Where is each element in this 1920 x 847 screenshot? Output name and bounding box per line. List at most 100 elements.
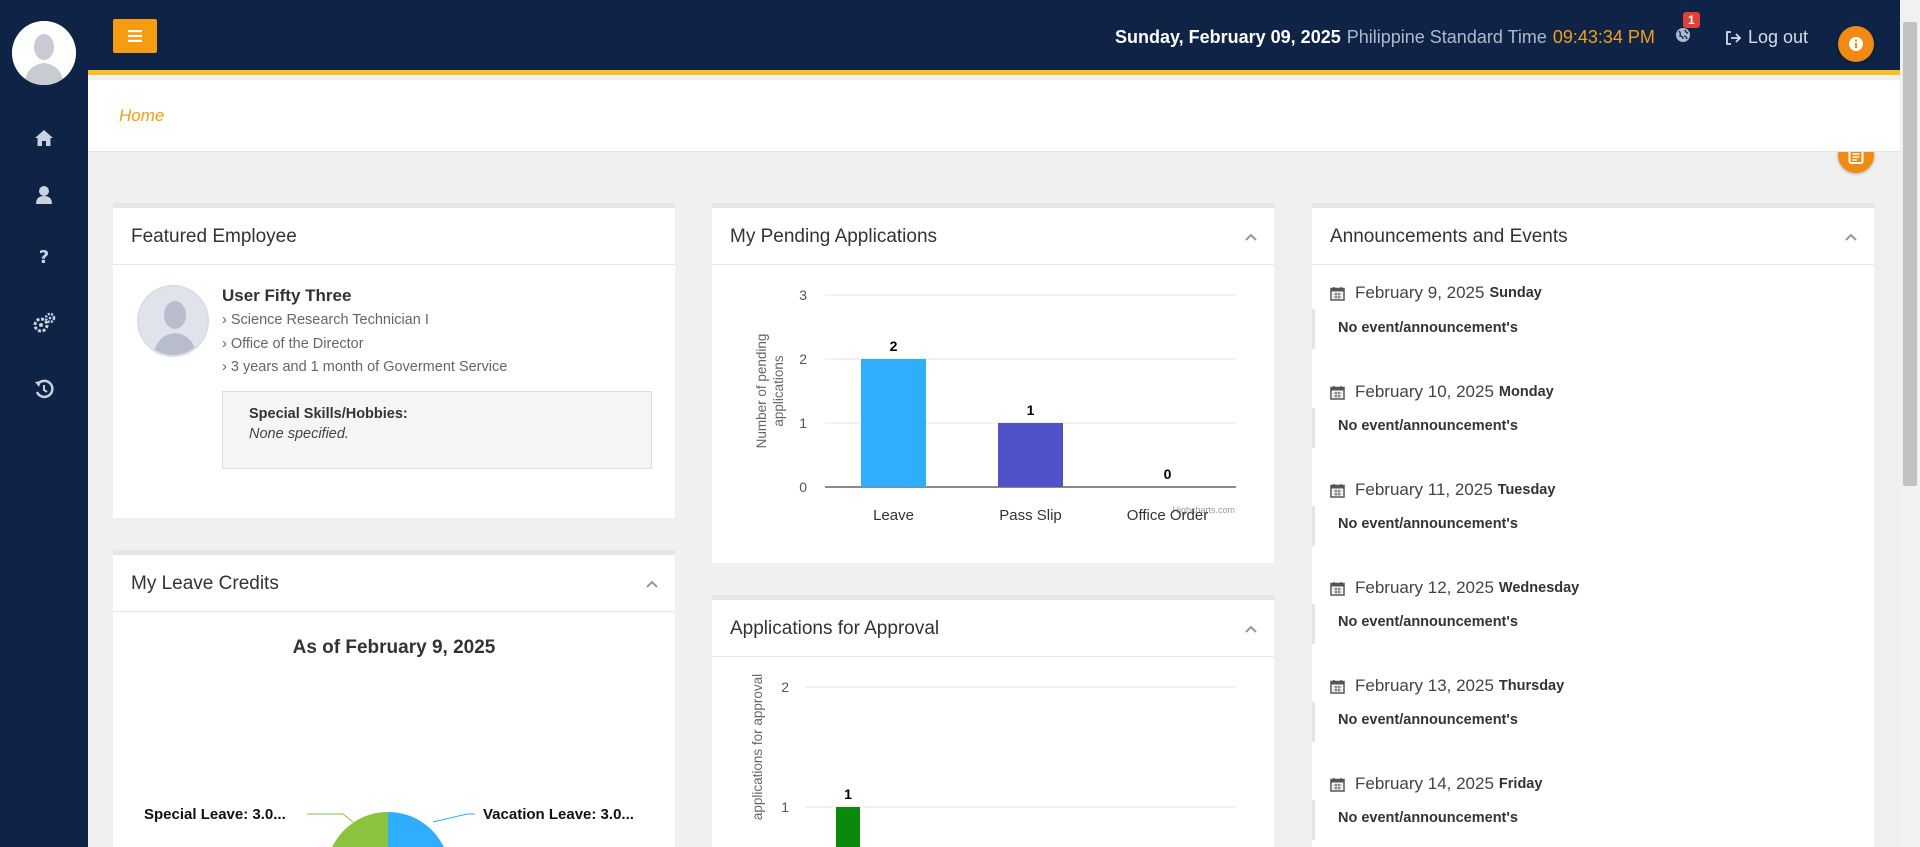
current-time: 09:43:34 PM xyxy=(1552,27,1655,47)
data-label: 2 xyxy=(890,338,898,354)
skills-label: Special Skills/Hobbies: xyxy=(249,406,408,422)
announcement-note: No event/announcement's xyxy=(1338,712,1518,728)
vacation-leave-label: Vacation Leave: 3.0... xyxy=(483,806,634,823)
announcement-weekday: Wednesday xyxy=(1498,580,1580,596)
pie-slice-vacation-leave[interactable] xyxy=(388,812,446,847)
timeline-rule xyxy=(1312,408,1315,448)
top-navbar: Sunday, February 09, 2025 Philippine Sta… xyxy=(88,0,1900,75)
announcement-weekday: Thursday xyxy=(1498,678,1565,694)
announcement-date-text: February 11, 2025 xyxy=(1355,480,1493,499)
chevron-up-icon[interactable] xyxy=(645,577,659,591)
y-axis-label: Number of pending applications xyxy=(754,334,786,449)
notifications-button[interactable]: 1 xyxy=(1675,12,1700,48)
hamburger-icon xyxy=(128,30,142,42)
announcement-weekday: Tuesday xyxy=(1497,482,1556,498)
announcement-weekday: Sunday xyxy=(1489,285,1542,301)
y-tick-label: 1 xyxy=(781,799,789,815)
employee-photo xyxy=(137,285,209,357)
timeline-rule xyxy=(1312,702,1315,742)
y-tick-label: 2 xyxy=(781,679,789,695)
logout-button[interactable]: Log out xyxy=(1725,27,1808,48)
announcement-date: February 9, 2025 Sunday xyxy=(1330,283,1542,303)
approval-bar xyxy=(836,807,860,847)
announcement-date: February 12, 2025 Wednesday xyxy=(1330,578,1579,598)
avatar-silhouette-icon xyxy=(12,21,76,85)
history-icon[interactable] xyxy=(24,369,64,409)
announcement-note: No event/announcement's xyxy=(1338,810,1518,826)
settings-gears-icon[interactable] xyxy=(24,303,64,343)
chevron-up-icon[interactable] xyxy=(1844,230,1858,244)
pending-applications-chart: Highcharts.com 0123Number of pending appl… xyxy=(754,287,1236,524)
calendar-icon xyxy=(1330,483,1345,498)
timeline-rule xyxy=(1312,506,1315,546)
employee-position: Science Research Technician I xyxy=(230,312,429,328)
announcement-date-text: February 13, 2025 xyxy=(1355,676,1494,695)
calendar-icon xyxy=(1330,777,1345,792)
y-tick-label: 1 xyxy=(799,415,807,431)
panel-header: My Leave Credits xyxy=(113,555,675,612)
timezone-label: Philippine Standard Time xyxy=(1346,27,1547,47)
bar-pass-slip xyxy=(998,423,1063,487)
pie-slice-special-leave[interactable] xyxy=(330,812,388,847)
info-float-button[interactable] xyxy=(1838,26,1874,62)
current-date: Sunday, February 09, 2025 xyxy=(1114,27,1341,47)
employee-position-row: › Science Research Technician I xyxy=(222,312,429,328)
announcements-panel: Announcements and Events February 9, 202… xyxy=(1312,203,1874,847)
panel-body: User Fifty Three › Science Research Tech… xyxy=(113,265,675,515)
employee-silhouette-icon xyxy=(139,287,207,355)
calendar-icon xyxy=(1330,581,1345,596)
chevron-up-icon[interactable] xyxy=(1244,230,1258,244)
chart-title: As of February 9, 2025 xyxy=(293,637,496,658)
announcement-note: No event/announcement's xyxy=(1338,418,1518,434)
top-info: Sunday, February 09, 2025 Philippine Sta… xyxy=(1115,0,1900,75)
breadcrumb: Home xyxy=(88,80,1900,152)
help-icon[interactable]: ? xyxy=(24,237,64,277)
y-tick-label: 0 xyxy=(799,479,807,495)
chevron-right-icon: › xyxy=(222,359,231,375)
special-leave-label: Special Leave: 3.0... xyxy=(144,806,286,823)
employee-name: User Fifty Three xyxy=(222,286,352,305)
panel-title: My Leave Credits xyxy=(131,573,279,594)
user-icon[interactable] xyxy=(24,175,64,215)
panel-title: Featured Employee xyxy=(131,226,297,247)
y-tick-label: 2 xyxy=(799,351,807,367)
announcement-date: February 10, 2025 Monday xyxy=(1330,382,1554,402)
approval-applications-chart: 1 2 applications for approval 1 xyxy=(750,674,1236,847)
user-avatar[interactable] xyxy=(12,21,76,85)
sign-out-icon xyxy=(1726,30,1742,45)
y-tick-label: 3 xyxy=(799,287,807,303)
globe-icon xyxy=(1675,28,1690,42)
breadcrumb-home[interactable]: Home xyxy=(119,106,164,126)
logout-label: Log out xyxy=(1747,27,1808,47)
bar-leave xyxy=(861,359,926,487)
announcement-date-text: February 14, 2025 xyxy=(1355,774,1494,793)
y-axis-label-line: applications xyxy=(771,355,786,427)
data-label: 0 xyxy=(1164,466,1172,482)
gold-underline xyxy=(88,70,1900,75)
announcement-weekday: Friday xyxy=(1498,776,1543,792)
pending-applications-panel: My Pending Applications Highcharts.com 0… xyxy=(712,203,1274,563)
panel-header: Announcements and Events xyxy=(1312,208,1874,265)
chevron-right-icon: › xyxy=(222,312,231,328)
calendar-icon xyxy=(1330,385,1345,400)
panel-title: Announcements and Events xyxy=(1330,226,1568,247)
data-label: 1 xyxy=(844,786,852,802)
calendar-icon xyxy=(1330,679,1345,694)
panel-header: Applications for Approval xyxy=(712,600,1274,657)
approval-applications-panel: Applications for Approval 1 2 applications… xyxy=(712,595,1274,847)
employee-office-row: › Office of the Director xyxy=(222,336,364,352)
employee-service: 3 years and 1 month of Goverment Service xyxy=(230,359,508,375)
announcement-date-text: February 10, 2025 xyxy=(1355,382,1494,401)
announcement-date: February 13, 2025 Thursday xyxy=(1330,676,1564,696)
chevron-up-icon[interactable] xyxy=(1244,622,1258,636)
chevron-right-icon: › xyxy=(222,336,231,352)
home-icon[interactable] xyxy=(24,118,64,158)
scrollbar-thumb[interactable] xyxy=(1903,22,1917,486)
employee-service-row: › 3 years and 1 month of Goverment Servi… xyxy=(222,359,507,375)
leave-credits-panel: My Leave Credits As of February 9, 2025 … xyxy=(113,550,675,847)
menu-toggle-button[interactable] xyxy=(113,19,157,53)
skills-value: None specified. xyxy=(249,426,349,442)
timeline-rule xyxy=(1312,800,1315,840)
announcement-note: No event/announcement's xyxy=(1338,614,1518,630)
special-leave-connector xyxy=(307,813,354,823)
